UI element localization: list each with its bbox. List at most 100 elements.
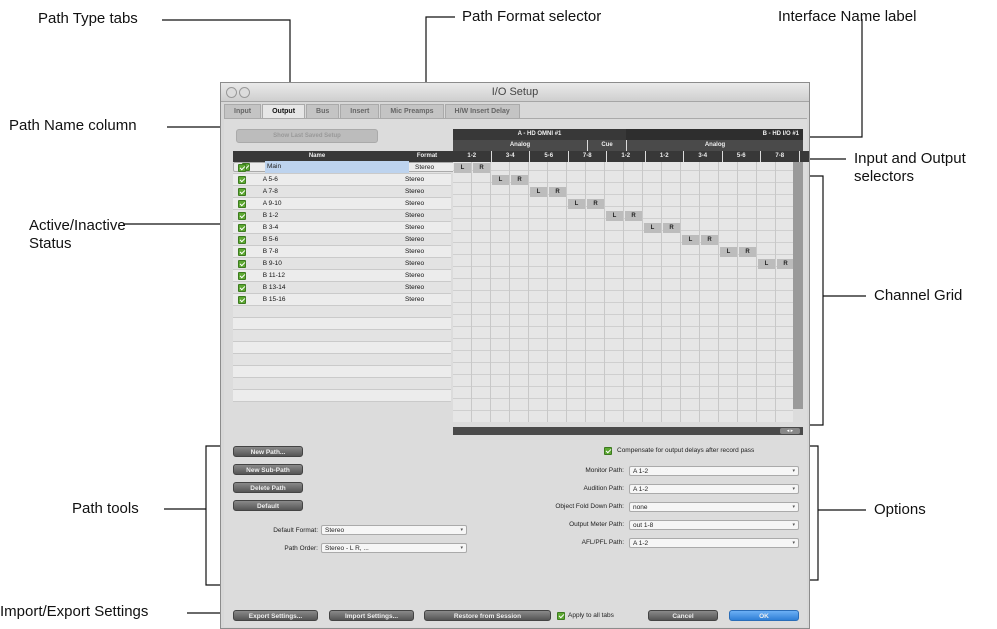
channel-assignment-r[interactable]: R [701, 235, 718, 245]
active-status-checkbox[interactable] [238, 199, 246, 208]
channel-assignment-r[interactable]: R [625, 211, 642, 221]
channel-selector-8[interactable]: 7-8 [761, 151, 799, 162]
show-last-saved-setup-button[interactable]: Show Last Saved Setup [236, 129, 378, 143]
channel-selector-3[interactable]: 7-8 [568, 151, 606, 162]
export-settings-button[interactable]: Export Settings... [233, 610, 318, 621]
active-status-checkbox[interactable] [238, 175, 246, 184]
path-row[interactable]: B 3-4 Stereo [233, 222, 451, 234]
close-window-button[interactable] [226, 87, 237, 98]
active-status-checkbox[interactable] [238, 259, 246, 268]
path-row[interactable]: B 5-6 Stereo [233, 234, 451, 246]
channel-selector-7[interactable]: 5-6 [722, 151, 760, 162]
active-status-checkbox[interactable] [238, 187, 246, 196]
path-name[interactable]: B 13-14 [261, 282, 399, 294]
tab-hw-insert-delay[interactable]: H/W Insert Delay [444, 104, 520, 118]
channel-assignment-l[interactable]: L [568, 199, 585, 209]
path-name[interactable]: B 5-6 [261, 234, 399, 246]
option-select[interactable]: out 1-8 ▾ [629, 520, 799, 530]
new-path-button[interactable]: New Path... [233, 446, 303, 457]
import-settings-button[interactable]: Import Settings... [329, 610, 414, 621]
path-format-selector[interactable]: Stereo [399, 296, 451, 303]
path-format-selector[interactable]: Stereo [399, 272, 451, 279]
channel-assignment-l[interactable]: L [644, 223, 661, 233]
minimize-window-button[interactable] [239, 87, 250, 98]
path-format-selector[interactable]: Stereo [399, 224, 451, 231]
path-format-selector[interactable]: Stereo [399, 212, 451, 219]
tab-mic-preamps[interactable]: Mic Preamps [380, 104, 444, 118]
path-name[interactable]: B 9-10 [261, 258, 399, 270]
path-name[interactable]: A 9-10 [261, 198, 399, 210]
channel-assignment-r[interactable]: R [739, 247, 756, 257]
channel-assignment-l[interactable]: L [682, 235, 699, 245]
channel-selector-4[interactable]: 1-2 [607, 151, 645, 162]
path-name[interactable]: B 11-12 [261, 270, 399, 282]
path-row[interactable]: A 9-10 Stereo [233, 198, 451, 210]
path-format-selector[interactable]: Stereo [399, 260, 451, 267]
path-format-selector[interactable]: Stereo [399, 176, 451, 183]
channel-grid[interactable]: LRLRLRLRLRLRLRLRLR [453, 162, 793, 422]
option-select[interactable]: none ▾ [629, 502, 799, 512]
ok-button[interactable]: OK [729, 610, 799, 621]
path-format-selector[interactable]: Stereo [399, 284, 451, 291]
horizontal-scrollbar[interactable]: ◂ ▸ [453, 427, 803, 435]
path-name[interactable]: B 3-4 [261, 222, 399, 234]
tab-insert[interactable]: Insert [340, 104, 380, 118]
cancel-button[interactable]: Cancel [648, 610, 718, 621]
active-status-checkbox[interactable] [238, 223, 246, 232]
channel-assignment-r[interactable]: R [511, 175, 528, 185]
channel-selector-0[interactable]: 1-2 [453, 151, 491, 162]
active-status-checkbox[interactable] [238, 235, 246, 244]
channel-selector-5[interactable]: 1-2 [645, 151, 683, 162]
channel-selector-6[interactable]: 3-4 [684, 151, 722, 162]
path-name[interactable]: B 1-2 [261, 210, 399, 222]
new-sub-path-button[interactable]: New Sub-Path [233, 464, 303, 475]
channel-assignment-r[interactable]: R [587, 199, 604, 209]
compensate-checkbox[interactable] [604, 447, 612, 455]
active-status-checkbox[interactable] [238, 163, 246, 172]
channel-assignment-l[interactable]: L [454, 163, 471, 173]
channel-assignment-r[interactable]: R [549, 187, 566, 197]
path-name[interactable]: A 7-8 [261, 186, 399, 198]
channel-selector-2[interactable]: 5-6 [530, 151, 568, 162]
channel-assignment-r[interactable]: R [473, 163, 490, 173]
path-name[interactable]: B 15-16 [261, 294, 399, 306]
option-select[interactable]: A 1-2 ▾ [629, 466, 799, 476]
path-format-selector[interactable]: Stereo [399, 248, 451, 255]
tab-output[interactable]: Output [262, 104, 306, 118]
active-status-checkbox[interactable] [238, 271, 246, 280]
active-status-checkbox[interactable] [238, 295, 246, 304]
vertical-scrollbar[interactable] [793, 162, 803, 409]
path-name[interactable]: A 5-6 [261, 174, 399, 186]
scroll-arrows-icon[interactable]: ◂ ▸ [780, 428, 800, 434]
default-button[interactable]: Default [233, 500, 303, 511]
path-row[interactable]: A 7-8 Stereo [233, 186, 451, 198]
delete-path-button[interactable]: Delete Path [233, 482, 303, 493]
active-status-checkbox[interactable] [238, 211, 246, 220]
channel-assignment-l[interactable]: L [492, 175, 509, 185]
path-format-selector[interactable]: Stereo [399, 200, 451, 207]
path-row[interactable]: Main Stereo [233, 161, 464, 173]
channel-assignment-l[interactable]: L [530, 187, 547, 197]
path-row[interactable]: B 11-12 Stereo [233, 270, 451, 282]
path-format-selector[interactable]: Stereo [399, 188, 451, 195]
channel-assignment-l[interactable]: L [720, 247, 737, 257]
path-format-selector[interactable]: Stereo [399, 236, 451, 243]
path-row[interactable]: B 9-10 Stereo [233, 258, 451, 270]
path-name[interactable]: B 7-8 [261, 246, 399, 258]
channel-selector-9[interactable]: 9-10 [799, 151, 809, 162]
option-select[interactable]: A 1-2 ▾ [629, 484, 799, 494]
path-row[interactable]: A 5-6 Stereo [233, 174, 451, 186]
channel-assignment-l[interactable]: L [606, 211, 623, 221]
channel-selector-1[interactable]: 3-4 [491, 151, 529, 162]
path-row[interactable]: B 15-16 Stereo [233, 294, 451, 306]
path-row[interactable]: B 7-8 Stereo [233, 246, 451, 258]
active-status-checkbox[interactable] [238, 247, 246, 256]
channel-assignment-l[interactable]: L [758, 259, 775, 269]
path-row[interactable]: B 13-14 Stereo [233, 282, 451, 294]
path-name[interactable]: Main [265, 161, 409, 173]
channel-assignment-r[interactable]: R [777, 259, 793, 269]
path-order-select[interactable]: Stereo - L R, ... ▾ [321, 543, 467, 553]
channel-assignment-r[interactable]: R [663, 223, 680, 233]
restore-from-session-button[interactable]: Restore from Session [424, 610, 551, 621]
apply-to-all-tabs-checkbox[interactable] [557, 612, 565, 620]
